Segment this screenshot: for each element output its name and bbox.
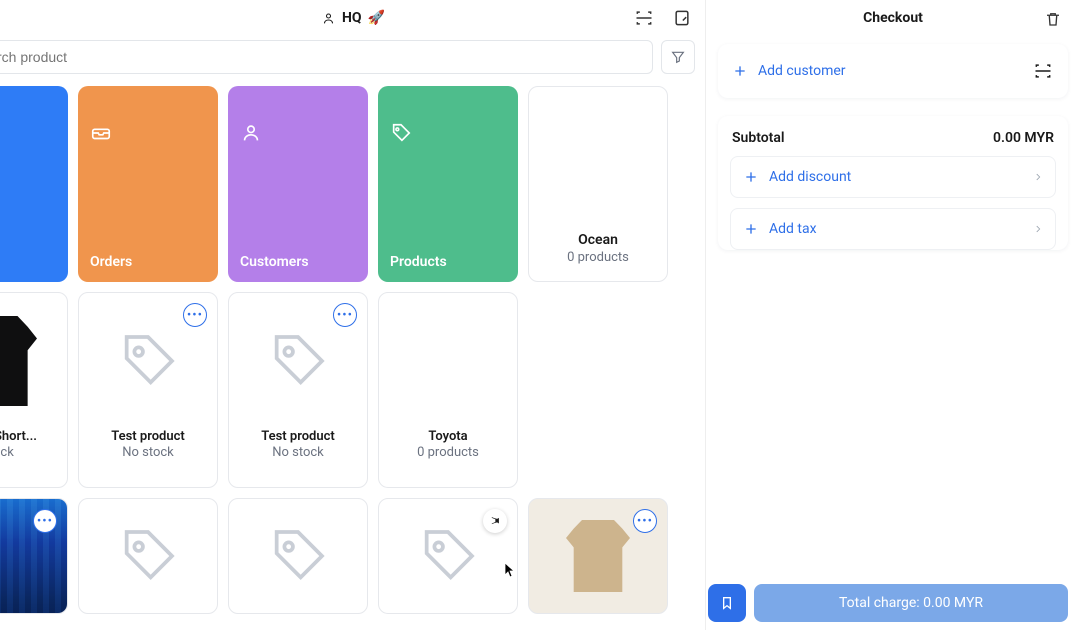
product-row: aphic Short... stock ••• Test product No… (0, 292, 695, 488)
product-title: aphic Short... (0, 429, 67, 444)
plus-icon (743, 221, 759, 237)
pin-icon (489, 515, 501, 527)
search-input[interactable] (0, 40, 653, 74)
add-tax-label: Add tax (769, 221, 817, 237)
product-subtitle: No stock (272, 445, 324, 460)
product-tile[interactable] (378, 498, 518, 614)
store-selector[interactable]: HQ 🚀 (320, 10, 385, 26)
trash-icon (1044, 10, 1062, 28)
more-button[interactable]: ••• (333, 303, 357, 327)
product-grid[interactable]: items Orders Customers Products Ocean 0 … (0, 82, 705, 630)
user-icon (240, 122, 262, 144)
tag-icon (390, 122, 412, 144)
more-button[interactable]: ••• (183, 303, 207, 327)
store-label: HQ (342, 10, 362, 26)
add-customer-button[interactable]: Add customer (718, 44, 1068, 98)
more-button[interactable]: ••• (33, 509, 57, 533)
category-row: items Orders Customers Products Ocean 0 … (0, 86, 695, 282)
category-label: Customers (240, 254, 356, 270)
filter-icon (670, 49, 686, 65)
charge-label: Total charge: 0.00 MYR (839, 595, 983, 611)
note-button[interactable] (671, 7, 693, 29)
product-tile[interactable] (228, 498, 368, 614)
pin-button[interactable] (483, 509, 507, 533)
tag-placeholder-icon (116, 524, 180, 588)
product-tile[interactable]: ••• (0, 498, 68, 614)
category-label: Products (390, 254, 506, 270)
topbar-left: HQ 🚀 (0, 0, 705, 36)
totals-card: Subtotal 0.00 MYR Add discount Add tax (718, 116, 1068, 250)
add-tax-button[interactable]: Add tax (730, 208, 1056, 250)
customer-card: Add customer (718, 44, 1068, 98)
barcode-scan-button[interactable] (633, 7, 655, 29)
category-tile-customers[interactable]: Customers (228, 86, 368, 282)
tag-placeholder-icon (266, 524, 330, 588)
rocket-icon: 🚀 (368, 10, 385, 26)
subtotal-value: 0.00 MYR (993, 130, 1054, 146)
product-image (79, 499, 217, 613)
product-tile[interactable]: aphic Short... stock (0, 292, 68, 488)
add-discount-label: Add discount (769, 169, 851, 185)
product-tile[interactable]: ••• Test product No stock (78, 292, 218, 488)
chevron-right-icon (1033, 222, 1043, 236)
add-customer-label: Add customer (758, 63, 846, 79)
collection-subtitle: 0 products (567, 250, 629, 265)
bookmark-icon (719, 595, 735, 611)
inbox-icon (90, 122, 112, 144)
subtotal-row: Subtotal 0.00 MYR (718, 116, 1068, 156)
note-icon (672, 8, 692, 28)
product-tile[interactable]: Toyota 0 products (378, 292, 518, 488)
tag-placeholder-icon (266, 329, 330, 393)
clear-cart-button[interactable] (1042, 8, 1064, 30)
product-title: Test product (229, 429, 367, 444)
category-label: Orders (90, 254, 206, 270)
barcode-icon (1033, 61, 1053, 81)
plus-icon (743, 169, 759, 185)
product-image (0, 293, 67, 429)
product-tile[interactable]: ••• (528, 498, 668, 614)
category-label: items (0, 254, 56, 270)
checkout-footer: Total charge: 0.00 MYR (708, 584, 1068, 622)
product-title: Toyota (379, 429, 517, 444)
product-subtitle: 0 products (417, 445, 479, 460)
scan-customer-button[interactable] (1032, 60, 1054, 82)
category-tile-products[interactable]: Products (378, 86, 518, 282)
product-subtitle: No stock (122, 445, 174, 460)
tag-placeholder-icon (416, 524, 480, 588)
category-tile-items[interactable]: items (0, 86, 68, 282)
save-cart-button[interactable] (708, 584, 746, 622)
checkout-body: Add customer Subtotal 0.00 MYR Add disco… (706, 36, 1080, 630)
collection-title: Ocean (578, 232, 618, 248)
collection-tile-ocean[interactable]: Ocean 0 products (528, 86, 668, 282)
user-pin-icon (320, 10, 336, 26)
tag-placeholder-icon (116, 329, 180, 393)
category-tile-orders[interactable]: Orders (78, 86, 218, 282)
plus-icon (732, 63, 748, 79)
filter-button[interactable] (661, 40, 695, 74)
checkout-header: Checkout (706, 0, 1080, 36)
product-title: Test product (79, 429, 217, 444)
subtotal-label: Subtotal (732, 130, 785, 146)
more-button[interactable]: ••• (633, 509, 657, 533)
chevron-right-icon (1033, 170, 1043, 184)
product-subtitle: stock (0, 445, 14, 460)
product-tile[interactable]: ••• Test product No stock (228, 292, 368, 488)
product-image (229, 499, 367, 613)
barcode-icon (634, 8, 654, 28)
product-tile[interactable] (78, 498, 218, 614)
checkout-title: Checkout (863, 10, 923, 26)
product-image (379, 293, 517, 429)
search-row (0, 36, 705, 82)
product-row: ••• (0, 498, 695, 614)
add-discount-button[interactable]: Add discount (730, 156, 1056, 198)
charge-button[interactable]: Total charge: 0.00 MYR (754, 584, 1068, 622)
